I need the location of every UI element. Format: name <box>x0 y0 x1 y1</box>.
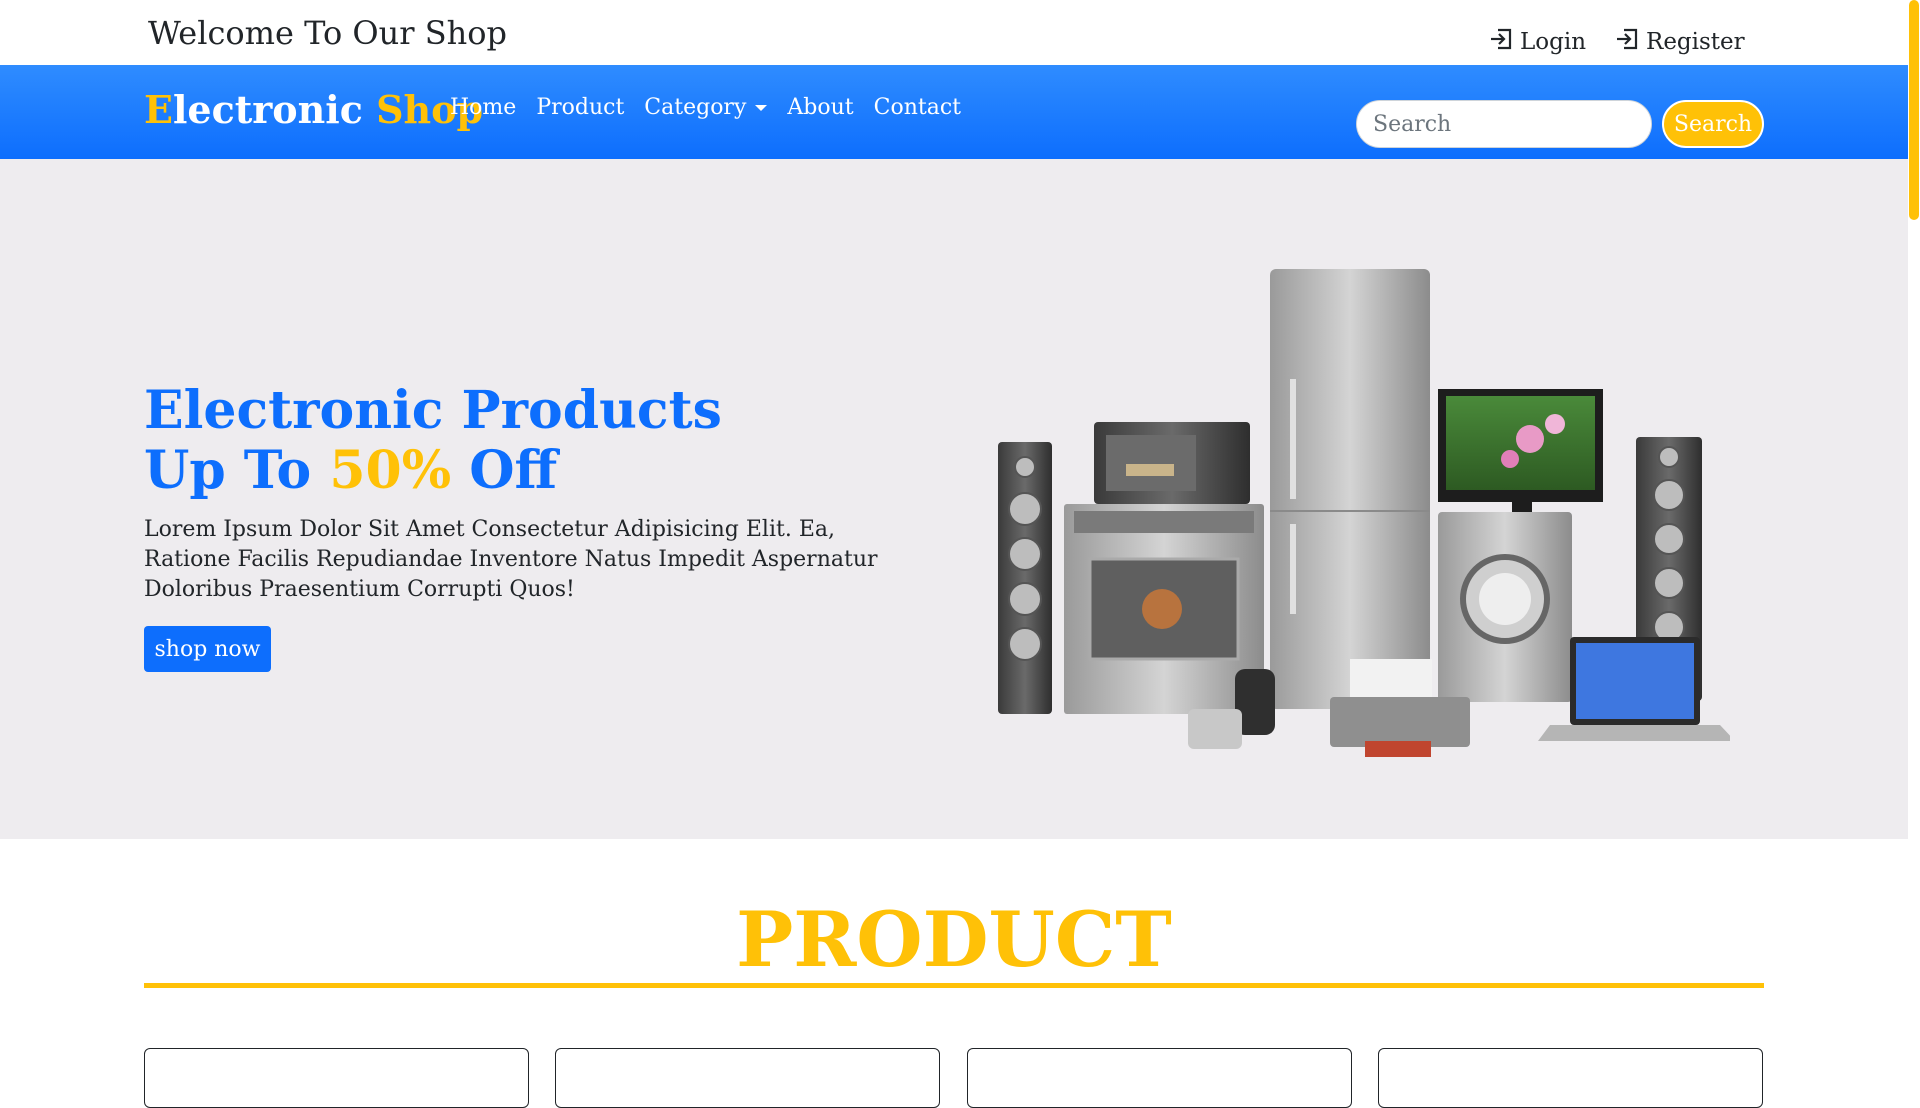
product-card[interactable] <box>1378 1048 1763 1108</box>
search-button[interactable]: Search <box>1662 100 1764 148</box>
product-card[interactable] <box>967 1048 1352 1108</box>
register-icon <box>1614 26 1640 58</box>
nav-contact[interactable]: Contact <box>874 95 961 120</box>
nav-home[interactable]: Home <box>450 95 516 120</box>
login-icon <box>1488 26 1514 58</box>
appliances-image <box>998 269 1730 757</box>
register-label: Register <box>1646 29 1745 55</box>
shop-now-button[interactable]: shop now <box>144 626 271 672</box>
hero-banner: Electronic Products Up To 50% Off Lorem … <box>0 159 1908 839</box>
brand-logo[interactable]: Electronic Shop <box>144 87 483 132</box>
top-bar: Welcome To Our Shop Login Register <box>0 0 1908 65</box>
nav-about[interactable]: About <box>787 95 853 120</box>
hero-title-line2: Up To 50% Off <box>144 441 722 501</box>
discount-percent: 50% <box>329 440 452 501</box>
scrollbar-thumb[interactable] <box>1909 0 1919 220</box>
nav-category[interactable]: Category <box>644 95 768 120</box>
register-link[interactable]: Register <box>1614 26 1745 58</box>
brand-first-letter: E <box>144 87 173 132</box>
search-input[interactable] <box>1356 100 1652 148</box>
hero-title-suffix: Off <box>451 440 558 501</box>
login-label: Login <box>1520 29 1587 55</box>
login-link[interactable]: Login <box>1488 26 1586 58</box>
section-divider <box>144 983 1764 988</box>
product-section-title: PRODUCT <box>736 895 1172 984</box>
brand-name: lectronic <box>172 87 377 132</box>
product-card[interactable] <box>144 1048 529 1108</box>
welcome-text: Welcome To Our Shop <box>148 14 507 52</box>
nav-links: Home Product Category About Contact <box>450 95 961 120</box>
hero-title: Electronic Products Up To 50% Off <box>144 381 722 501</box>
product-card[interactable] <box>555 1048 940 1108</box>
hero-title-prefix: Up To <box>144 440 330 501</box>
nav-category-label: Category <box>644 95 747 120</box>
hero-description: Lorem Ipsum Dolor Sit Amet Consectetur A… <box>144 517 878 602</box>
chevron-down-icon <box>755 105 768 111</box>
nav-product[interactable]: Product <box>536 95 624 120</box>
hero-title-line1: Electronic Products <box>144 380 722 441</box>
